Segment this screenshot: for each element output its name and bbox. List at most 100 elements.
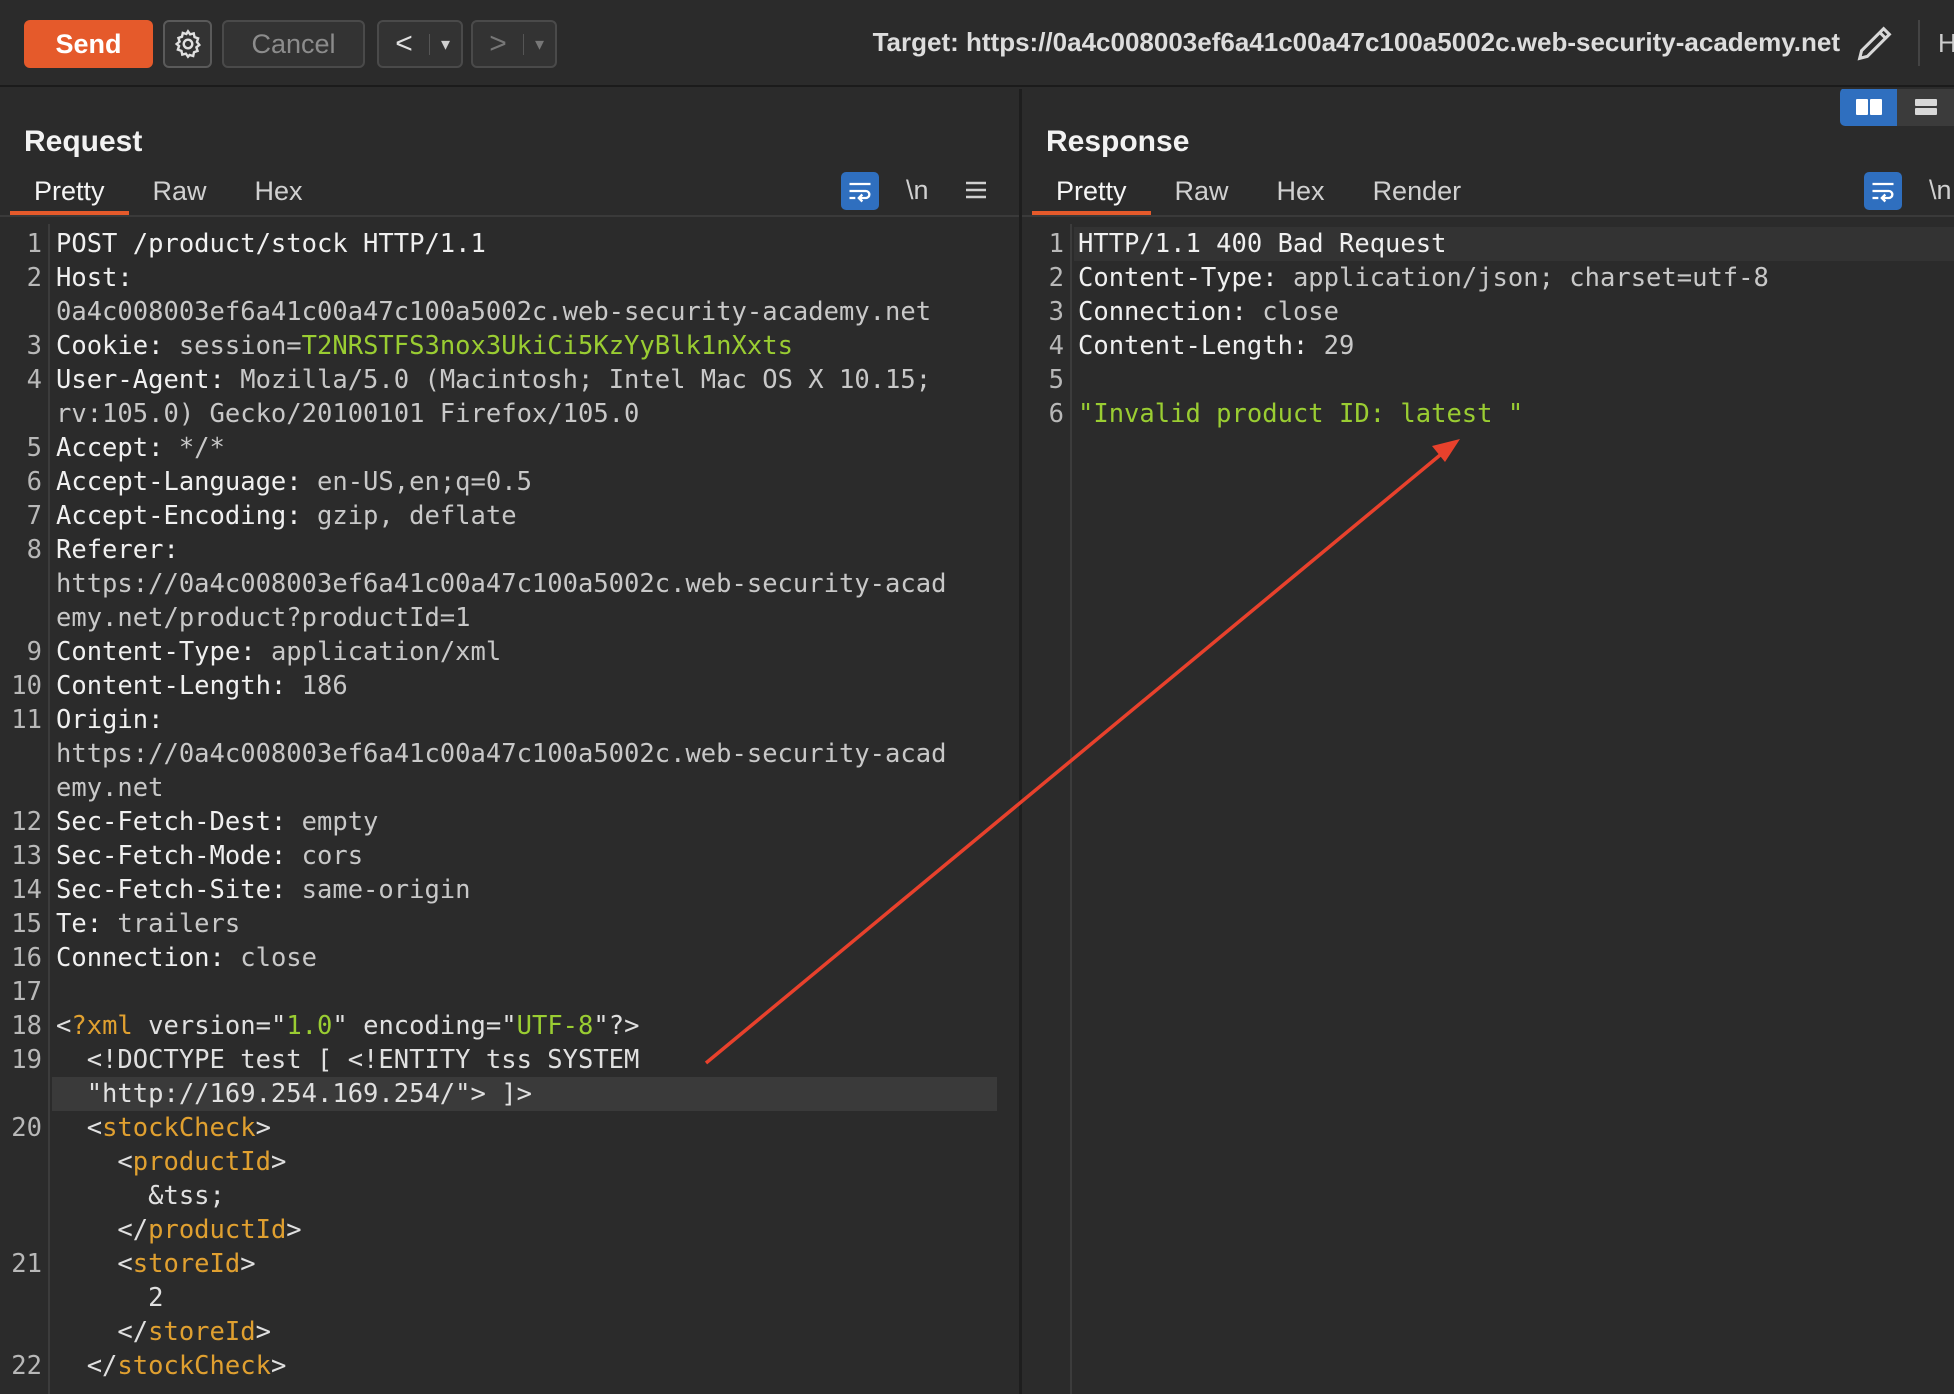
pencil-icon bbox=[1857, 26, 1892, 61]
forward-button-group: > ▾ bbox=[471, 20, 557, 68]
line-number: 9 bbox=[26, 637, 42, 667]
line-content: emy.net bbox=[56, 773, 164, 803]
line-number: 2 bbox=[26, 263, 42, 293]
line-number: 4 bbox=[1048, 331, 1064, 361]
target-url: Target: https://0a4c008003ef6a41c00a47c1… bbox=[872, 27, 1840, 57]
line-content: Referer: bbox=[56, 535, 179, 565]
response-pane: Response Pretty Raw Hex Render \n 1 HTTP/… bbox=[1022, 89, 1954, 1394]
request-tab-hex[interactable]: Hex bbox=[231, 175, 327, 215]
line-content: "Invalid product ID: latest " bbox=[1078, 399, 1524, 429]
line-content: <storeId> bbox=[56, 1249, 256, 1279]
line-number: 11 bbox=[11, 705, 42, 735]
line-number: 16 bbox=[11, 943, 42, 973]
request-editor[interactable]: 1 POST /product/stock HTTP/1.1 2 Host: 0a4c0… bbox=[0, 224, 1019, 1394]
rows-icon bbox=[1914, 99, 1937, 115]
word-wrap-icon bbox=[849, 182, 871, 203]
toolbar-cutoff-label[interactable]: H bbox=[1938, 28, 1954, 59]
line-number: 21 bbox=[11, 1249, 42, 1279]
line-number: 17 bbox=[11, 977, 42, 1007]
line-number: 15 bbox=[11, 909, 42, 939]
send-button[interactable]: Send bbox=[24, 20, 153, 68]
response-wrap-toggle[interactable] bbox=[1864, 172, 1902, 210]
request-wrap-toggle[interactable] bbox=[841, 172, 879, 210]
line-number: 6 bbox=[26, 467, 42, 497]
line-content: </productId> bbox=[56, 1215, 302, 1245]
line-number: 7 bbox=[26, 501, 42, 531]
response-newline-toggle[interactable]: \n bbox=[1929, 175, 1952, 206]
settings-button[interactable] bbox=[163, 20, 212, 68]
toolbar: Send Cancel < ▾ > ▾ Target: https://0a4c… bbox=[0, 0, 1954, 87]
line-content: <stockCheck> bbox=[56, 1113, 271, 1143]
menu-icon bbox=[966, 181, 986, 199]
line-content: Sec-Fetch-Mode: cors bbox=[56, 841, 364, 871]
columns-icon bbox=[1855, 99, 1882, 115]
line-number: 10 bbox=[11, 671, 42, 701]
line-number: 3 bbox=[26, 331, 42, 361]
line-content: emy.net/product?productId=1 bbox=[56, 603, 471, 633]
line-number: 19 bbox=[11, 1045, 42, 1075]
line-content: Sec-Fetch-Dest: empty bbox=[56, 807, 379, 837]
back-button-group: < ▾ bbox=[377, 20, 463, 68]
line-number: 1 bbox=[26, 229, 42, 259]
layout-stacked-button[interactable] bbox=[1897, 89, 1954, 126]
line-content: </stockCheck> bbox=[56, 1351, 287, 1381]
line-number: 2 bbox=[1048, 263, 1064, 293]
line-number: 12 bbox=[11, 807, 42, 837]
request-tab-underline bbox=[0, 215, 1019, 217]
line-number: 4 bbox=[26, 365, 42, 395]
line-number: 22 bbox=[11, 1351, 42, 1381]
line-number: 13 bbox=[11, 841, 42, 871]
response-tab-hex[interactable]: Hex bbox=[1253, 175, 1349, 215]
response-tab-pretty[interactable]: Pretty bbox=[1032, 175, 1151, 215]
line-content: Origin: bbox=[56, 705, 164, 735]
edit-target-button[interactable] bbox=[1852, 20, 1898, 66]
line-content: Te: trailers bbox=[56, 909, 241, 939]
response-tabs: Pretty Raw Hex Render bbox=[1032, 175, 1954, 215]
request-menu-button[interactable] bbox=[965, 179, 987, 201]
line-content: POST /product/stock HTTP/1.1 bbox=[56, 229, 486, 259]
forward-history-dropdown[interactable]: ▾ bbox=[523, 33, 555, 55]
line-content: Content-Length: 29 bbox=[1078, 331, 1355, 361]
line-content: Connection: close bbox=[1078, 297, 1339, 327]
line-content: Cookie: session=T2NRSTFS3nox3UkiCi5KzYyB… bbox=[56, 331, 793, 361]
gear-icon bbox=[174, 29, 201, 59]
request-tab-raw[interactable]: Raw bbox=[129, 175, 231, 215]
request-title: Request bbox=[24, 125, 143, 158]
line-content: &tss; bbox=[56, 1181, 225, 1211]
line-number: 20 bbox=[11, 1113, 42, 1143]
line-number: 5 bbox=[26, 433, 42, 463]
line-content: rv:105.0) Gecko/20100101 Firefox/105.0 bbox=[56, 399, 640, 429]
line-number: 1 bbox=[1048, 229, 1064, 259]
response-tab-render[interactable]: Render bbox=[1349, 175, 1486, 215]
line-number: 18 bbox=[11, 1011, 42, 1041]
line-number: 5 bbox=[1048, 365, 1064, 395]
line-content: Content-Length: 186 bbox=[56, 671, 348, 701]
response-editor[interactable]: 1 HTTP/1.1 400 Bad Request 2 Content-Type: … bbox=[1022, 224, 1954, 1394]
response-tab-underline bbox=[1022, 215, 1954, 217]
back-button[interactable]: < bbox=[379, 27, 429, 61]
line-number: 3 bbox=[1048, 297, 1064, 327]
response-title: Response bbox=[1046, 125, 1190, 158]
line-content: Accept-Language: en-US,en;q=0.5 bbox=[56, 467, 532, 497]
line-content: Accept-Encoding: gzip, deflate bbox=[56, 501, 517, 531]
layout-side-by-side-button[interactable] bbox=[1840, 89, 1897, 126]
line-content: https://0a4c008003ef6a41c00a47c100a5002c… bbox=[56, 739, 947, 769]
line-number: 14 bbox=[11, 875, 42, 905]
line-content: <!DOCTYPE test [ <!ENTITY tss SYSTEM bbox=[56, 1045, 640, 1075]
back-history-dropdown[interactable]: ▾ bbox=[429, 33, 461, 55]
forward-button[interactable]: > bbox=[473, 27, 523, 61]
line-content: Sec-Fetch-Site: same-origin bbox=[56, 875, 471, 905]
line-content: 2 bbox=[56, 1283, 164, 1313]
line-content: 0a4c008003ef6a41c00a47c100a5002c.web-sec… bbox=[56, 297, 932, 327]
word-wrap-icon bbox=[1872, 182, 1894, 203]
cancel-button[interactable]: Cancel bbox=[222, 20, 365, 68]
request-tab-pretty[interactable]: Pretty bbox=[10, 175, 129, 215]
line-content: Connection: close bbox=[56, 943, 317, 973]
line-content: Content-Type: application/xml bbox=[56, 637, 502, 667]
line-content: <?xml version="1.0" encoding="UTF-8"?> bbox=[56, 1011, 640, 1041]
request-newline-toggle[interactable]: \n bbox=[906, 175, 929, 206]
line-content: "http://169.254.169.254/"> ]> bbox=[56, 1079, 532, 1109]
request-pane: Request Pretty Raw Hex \n 1 POST /product… bbox=[0, 89, 1019, 1394]
line-content: HTTP/1.1 400 Bad Request bbox=[1078, 229, 1447, 259]
response-tab-raw[interactable]: Raw bbox=[1151, 175, 1253, 215]
